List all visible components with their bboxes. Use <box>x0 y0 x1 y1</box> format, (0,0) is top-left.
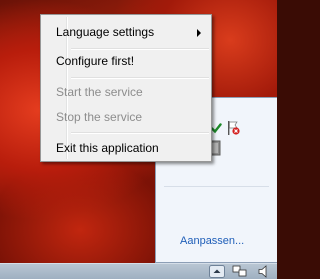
network-icon[interactable] <box>232 265 248 278</box>
submenu-arrow-icon <box>197 29 201 37</box>
volume-icon[interactable] <box>258 265 274 278</box>
menu-item-start-service[interactable]: Start the service <box>43 81 209 103</box>
menu-item-language-settings[interactable]: Language settings <box>43 21 209 43</box>
show-hidden-icons-button[interactable] <box>209 265 225 278</box>
red-flag-icon[interactable] <box>225 120 241 136</box>
menu-item-label: Stop the service <box>56 110 143 124</box>
customize-link[interactable]: Aanpassen... <box>180 235 244 247</box>
taskbar <box>0 263 277 279</box>
menu-item-exit-application[interactable]: Exit this application <box>43 137 209 159</box>
menu-separator <box>71 132 209 134</box>
tray-context-menu: Language settings Configure first! Start… <box>40 14 212 162</box>
flyout-separator <box>164 186 269 187</box>
menu-item-label: Start the service <box>56 85 143 99</box>
menu-item-label: Exit this application <box>56 141 159 155</box>
menu-separator <box>71 77 209 79</box>
menu-item-stop-service[interactable]: Stop the service <box>43 106 209 128</box>
menu-item-label: Configure first! <box>56 54 135 68</box>
menu-item-configure-first[interactable]: Configure first! <box>43 50 209 72</box>
menu-item-label: Language settings <box>56 25 155 39</box>
